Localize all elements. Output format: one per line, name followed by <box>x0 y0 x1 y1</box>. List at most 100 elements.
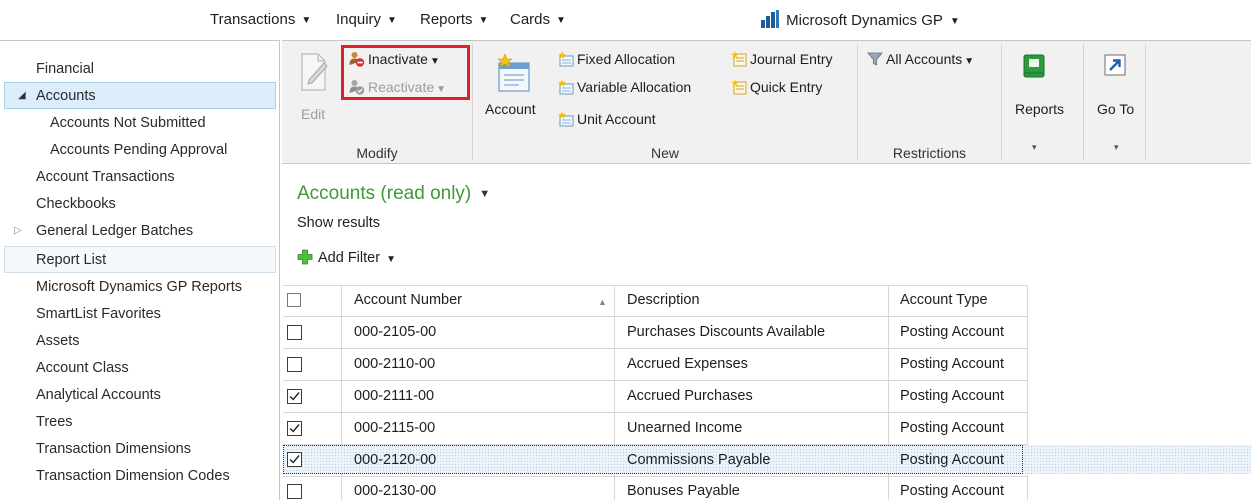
row-checkbox[interactable] <box>287 452 302 467</box>
menu-cards[interactable]: Cards ▼ <box>510 11 566 28</box>
row-checkbox[interactable] <box>287 484 302 499</box>
sidebar-item-account-class[interactable]: Account Class <box>0 355 278 382</box>
cell-account-type[interactable]: Posting Account <box>900 324 1004 340</box>
row-checkbox[interactable] <box>287 421 302 436</box>
sidebar-item-transaction-dimensions[interactable]: Transaction Dimensions <box>0 436 278 463</box>
filter-funnel-icon <box>867 52 883 66</box>
cell-account-type[interactable]: Posting Account <box>900 483 1004 499</box>
sidebar-item-accounts[interactable]: ◢ Accounts <box>4 82 276 109</box>
grid-line <box>283 476 1028 477</box>
grid-line <box>283 348 1028 349</box>
reports-button[interactable] <box>1022 54 1046 81</box>
inactivate-button[interactable]: Inactivate ▼ <box>349 51 440 67</box>
group-label-restrictions: Restrictions <box>892 145 967 161</box>
chevron-down-icon[interactable]: ▾ <box>1114 142 1119 153</box>
group-label-new: New <box>650 145 679 161</box>
cell-account-number[interactable]: 000-2115-00 <box>354 420 435 436</box>
plus-icon <box>297 249 313 265</box>
go-to-button[interactable] <box>1104 54 1126 79</box>
unit-account-button[interactable]: Unit Account <box>558 111 656 127</box>
select-all-checkbox[interactable] <box>287 293 301 307</box>
reactivate-button[interactable]: Reactivate ▼ <box>349 79 446 95</box>
cell-account-type[interactable]: Posting Account <box>900 420 1004 436</box>
checkmark-icon <box>289 392 300 401</box>
column-header-description[interactable]: Description <box>627 292 700 308</box>
chevron-down-icon: ▼ <box>964 56 975 67</box>
chevron-down-icon: ▼ <box>429 56 440 67</box>
row-checkbox[interactable] <box>287 357 302 372</box>
sidebar-item-transaction-dimension-codes[interactable]: Transaction Dimension Codes <box>0 463 278 490</box>
edit-button[interactable] <box>299 50 329 95</box>
chevron-down-icon: ▼ <box>479 188 491 200</box>
cell-description[interactable]: Purchases Discounts Available <box>627 324 825 340</box>
sidebar-item-trees[interactable]: Trees <box>0 409 278 436</box>
go-to-label[interactable]: Go To <box>1097 101 1134 117</box>
cell-description[interactable]: Accrued Expenses <box>627 356 748 372</box>
cell-account-number[interactable]: 000-2120-00 <box>354 452 436 468</box>
variable-allocation-button[interactable]: Variable Allocation <box>558 79 691 95</box>
chevron-down-icon: ▼ <box>436 84 447 95</box>
cell-description[interactable]: Accrued Purchases <box>627 388 753 404</box>
top-menu-bar: Transactions ▼ Inquiry ▼ Reports ▼ Cards ▼ M… <box>0 0 1251 40</box>
cell-account-type[interactable]: Posting Account <box>900 388 1004 404</box>
cell-account-number[interactable]: 000-2111-00 <box>354 388 434 404</box>
chevron-down-icon: ▼ <box>949 16 960 27</box>
grid-line <box>283 412 1028 413</box>
product-menu[interactable]: Microsoft Dynamics GP ▼ <box>760 9 960 29</box>
cell-account-number[interactable]: 000-2110-00 <box>354 356 435 372</box>
grid-line <box>283 316 1028 317</box>
list-view-title[interactable]: Accounts (read only) ▼ <box>297 183 490 205</box>
sidebar-item-gp-reports[interactable]: Microsoft Dynamics GP Reports <box>0 274 278 301</box>
sidebar-item-general-ledger-batches[interactable]: ▷ General Ledger Batches <box>0 218 278 245</box>
add-filter-button[interactable]: Add Filter ▼ <box>297 249 396 266</box>
ribbon-separator <box>857 44 858 160</box>
new-allocation-icon <box>558 79 574 95</box>
new-account-button[interactable] <box>495 53 533 96</box>
grid-line <box>283 285 1028 286</box>
cell-account-number[interactable]: 000-2130-00 <box>354 483 436 499</box>
edit-label[interactable]: Edit <box>301 106 325 122</box>
ribbon-separator <box>1001 44 1002 160</box>
chevron-down-icon: ▼ <box>478 15 489 26</box>
cell-description[interactable]: Commissions Payable <box>627 452 770 468</box>
sidebar-item-accounts-not-submitted[interactable]: Accounts Not Submitted <box>0 110 278 137</box>
sidebar-item-account-transactions[interactable]: Account Transactions <box>0 164 278 191</box>
sidebar-item-analytical-accounts[interactable]: Analytical Accounts <box>0 382 278 409</box>
collapsed-triangle-icon[interactable]: ▷ <box>14 218 22 244</box>
cell-account-number[interactable]: 000-2105-00 <box>354 324 436 340</box>
ribbon-separator <box>1145 44 1146 160</box>
column-header-account-type[interactable]: Account Type <box>900 292 988 308</box>
sidebar-item-financial[interactable]: Financial <box>0 56 278 83</box>
chevron-down-icon: ▼ <box>387 15 397 26</box>
dynamics-logo-icon <box>760 9 780 29</box>
menu-transactions[interactable]: Transactions ▼ <box>210 11 311 28</box>
quick-entry-icon <box>731 79 747 95</box>
all-accounts-dropdown[interactable]: All Accounts ▼ <box>867 51 974 67</box>
journal-entry-button[interactable]: Journal Entry <box>731 51 832 67</box>
cell-account-type[interactable]: Posting Account <box>900 452 1004 468</box>
cell-description[interactable]: Bonuses Payable <box>627 483 740 499</box>
cell-description[interactable]: Unearned Income <box>627 420 742 436</box>
show-results-link[interactable]: Show results <box>297 215 380 231</box>
fixed-allocation-button[interactable]: Fixed Allocation <box>558 51 675 67</box>
grid-line <box>283 380 1028 381</box>
row-checkbox[interactable] <box>287 325 302 340</box>
sidebar-item-smartlist-favorites[interactable]: SmartList Favorites <box>0 301 278 328</box>
sidebar-item-assets[interactable]: Assets <box>0 328 278 355</box>
checkmark-icon <box>289 424 300 433</box>
chevron-down-icon[interactable]: ▾ <box>1032 142 1037 153</box>
menu-inquiry[interactable]: Inquiry ▼ <box>336 11 397 28</box>
sidebar-item-accounts-pending-approval[interactable]: Accounts Pending Approval <box>0 137 278 164</box>
reports-label[interactable]: Reports <box>1015 101 1064 117</box>
journal-entry-icon <box>731 51 747 67</box>
ribbon-separator <box>472 44 473 160</box>
account-label[interactable]: Account <box>485 101 536 117</box>
sidebar-item-checkbooks[interactable]: Checkbooks <box>0 191 278 218</box>
sidebar-item-report-list[interactable]: Report List <box>4 246 276 273</box>
quick-entry-button[interactable]: Quick Entry <box>731 79 822 95</box>
expanded-triangle-icon[interactable]: ◢ <box>18 83 26 109</box>
row-checkbox[interactable] <box>287 389 302 404</box>
cell-account-type[interactable]: Posting Account <box>900 356 1004 372</box>
column-header-account-number[interactable]: Account Number <box>354 292 462 308</box>
menu-reports[interactable]: Reports ▼ <box>420 11 488 28</box>
